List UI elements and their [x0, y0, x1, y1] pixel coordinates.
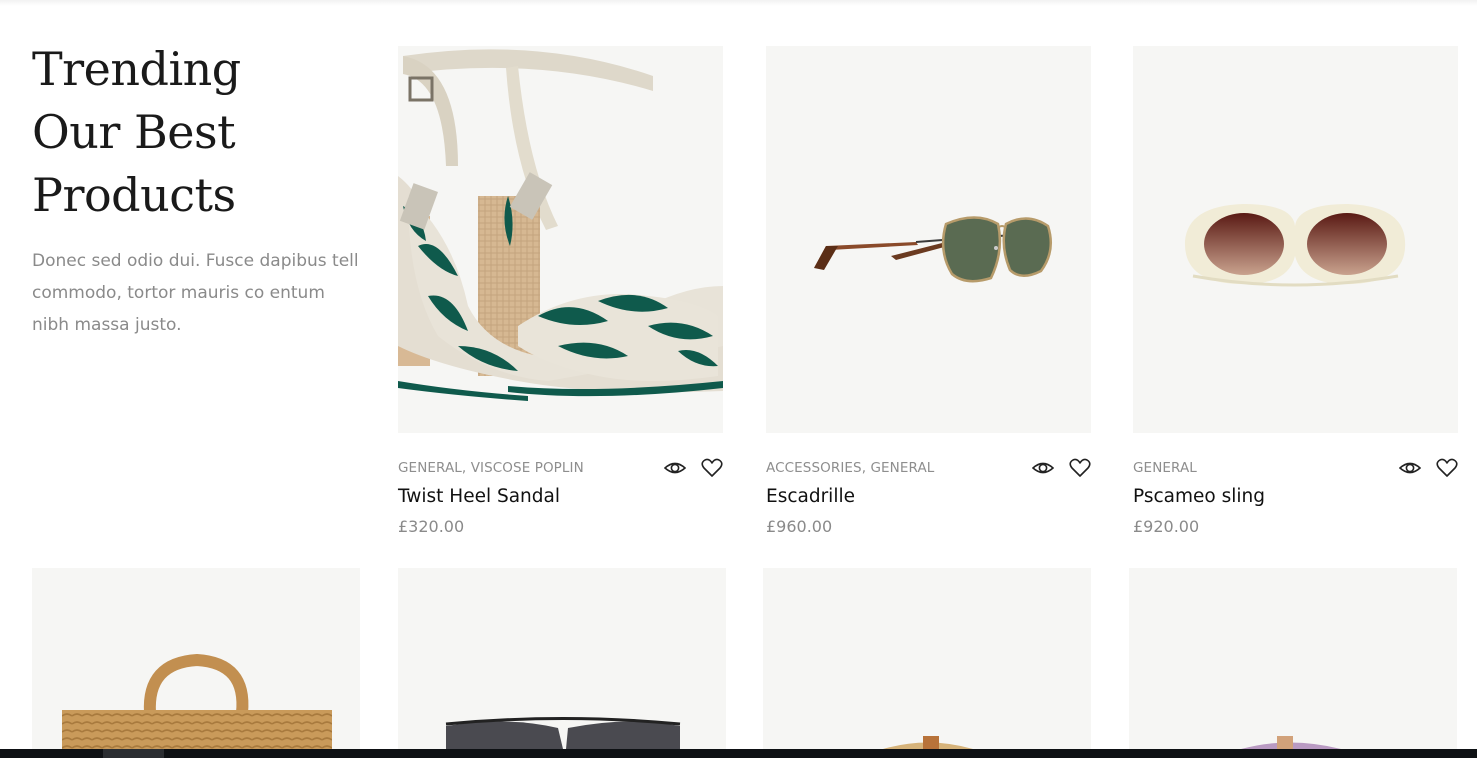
product-actions: [1022, 458, 1091, 478]
product-actions: [654, 458, 723, 478]
product-image[interactable]: [398, 568, 726, 749]
product-image[interactable]: [1129, 568, 1457, 749]
product-image[interactable]: [32, 568, 360, 749]
product-categories[interactable]: GENERAL, VISCOSE POPLIN: [398, 460, 584, 476]
product-image[interactable]: [766, 46, 1091, 433]
product-price: £320.00: [398, 517, 465, 536]
title-line: Products: [32, 168, 236, 222]
quick-view-icon[interactable]: [1031, 458, 1054, 478]
product-categories[interactable]: GENERAL: [1133, 460, 1197, 476]
wishlist-heart-icon[interactable]: [701, 458, 723, 478]
product-card[interactable]: GENERAL, VISCOSE POPLIN Twist Heel Sanda…: [398, 46, 723, 546]
product-card[interactable]: GENERAL Pscameo sling £920.00: [1133, 46, 1458, 546]
product-categories[interactable]: ACCESSORIES, GENERAL: [766, 460, 934, 476]
product-actions: [1389, 458, 1458, 478]
product-price: £960.00: [766, 517, 833, 536]
sunglasses-image: [766, 46, 1091, 433]
product-card[interactable]: [763, 568, 1091, 749]
section-heading: Trending Our Best Products Donec sed odi…: [32, 38, 362, 341]
header-shadow: [0, 0, 1477, 6]
product-image[interactable]: [1133, 46, 1458, 433]
section-description: Donec sed odio dui. Fusce dapibus tell c…: [32, 251, 359, 335]
product-meta: GENERAL, VISCOSE POPLIN: [398, 458, 723, 478]
product-name[interactable]: Pscameo sling: [1133, 486, 1265, 507]
product-name[interactable]: Escadrille: [766, 486, 855, 507]
scroll-thumb[interactable]: [103, 749, 164, 758]
bottom-scroll-bar: [0, 749, 1477, 758]
product-image[interactable]: [763, 568, 1091, 749]
product-meta: ACCESSORIES, GENERAL: [766, 458, 1091, 478]
wishlist-heart-icon[interactable]: [1069, 458, 1091, 478]
section-title: Trending Our Best Products: [32, 38, 362, 227]
quick-view-icon[interactable]: [663, 458, 686, 478]
aviator-sunglasses-image: [398, 568, 726, 749]
title-line: Our Best: [32, 105, 236, 159]
product-card[interactable]: [398, 568, 726, 749]
product-card[interactable]: ACCESSORIES, GENERAL Escadrille £960.00: [766, 46, 1091, 546]
product-image[interactable]: [398, 46, 723, 433]
lilac-rattan-bag-image: [1129, 568, 1457, 749]
product-card[interactable]: [32, 568, 360, 749]
title-line: Trending: [32, 42, 241, 96]
woven-basket-bag-image: [32, 568, 360, 749]
sandal-image: [398, 46, 723, 433]
round-sunglasses-image: [1133, 46, 1458, 433]
wishlist-heart-icon[interactable]: [1436, 458, 1458, 478]
rattan-bag-image: [763, 568, 1091, 749]
product-name[interactable]: Twist Heel Sandal: [398, 486, 560, 507]
product-meta: GENERAL: [1133, 458, 1458, 478]
quick-view-icon[interactable]: [1398, 458, 1421, 478]
product-card[interactable]: [1129, 568, 1457, 749]
product-price: £920.00: [1133, 517, 1200, 536]
